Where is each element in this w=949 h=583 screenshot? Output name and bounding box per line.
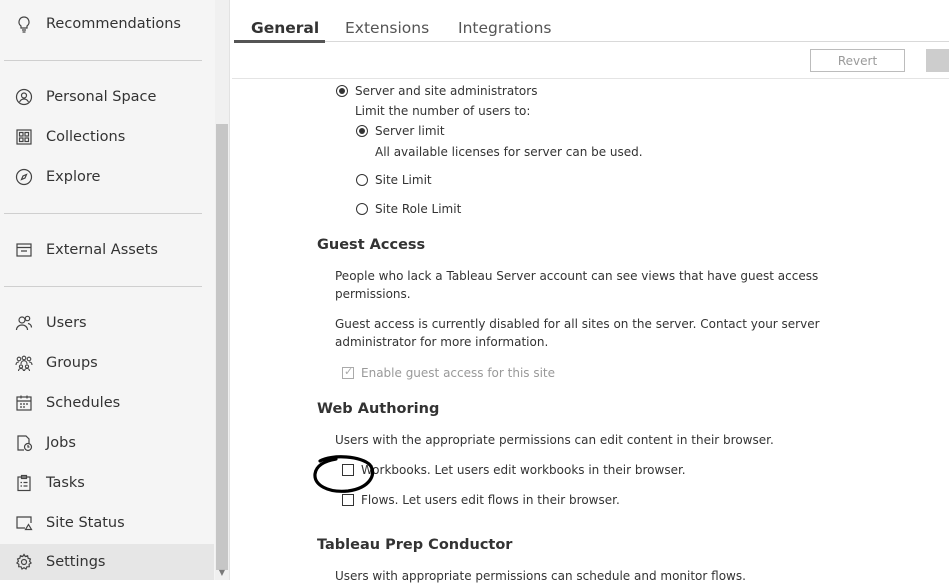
sidebar-item-label: External Assets <box>46 242 158 258</box>
server-limit-radio[interactable] <box>356 125 368 137</box>
sidebar-item-label: Personal Space <box>46 89 157 105</box>
collections-grid-icon <box>15 128 33 146</box>
revert-button[interactable]: Revert <box>810 49 905 72</box>
guest-access-description: People who lack a Tableau Server account… <box>335 269 819 283</box>
sidebar-item-label: Schedules <box>46 395 121 411</box>
tab-integrations[interactable]: Integrations <box>458 19 551 37</box>
sidebar-item-label: Users <box>46 315 87 331</box>
tab-extensions[interactable]: Extensions <box>345 19 429 37</box>
sidebar-item-label: Tasks <box>46 475 85 491</box>
enable-guest-access-label: Enable guest access for this site <box>361 366 556 380</box>
site-role-limit-label: Site Role Limit <box>375 202 462 216</box>
guest-access-note-cont: administrator for more information. <box>335 335 549 349</box>
sidebar-item-label: Recommendations <box>46 16 181 32</box>
sidebar-item-external-assets[interactable]: External Assets <box>0 232 214 268</box>
sidebar: Recommendations Personal Space Collectio… <box>0 0 230 580</box>
sidebar-item-label: Explore <box>46 169 101 185</box>
sidebar-item-tasks[interactable]: Tasks <box>0 465 214 501</box>
sidebar-item-jobs[interactable]: Jobs <box>0 425 214 461</box>
web-authoring-description: Users with the appropriate permissions c… <box>335 433 774 447</box>
calendar-icon <box>15 394 33 412</box>
sidebar-item-recommendations[interactable]: Recommendations <box>0 6 214 42</box>
lightbulb-icon <box>15 15 33 33</box>
sidebar-divider <box>4 286 202 287</box>
sidebar-item-groups[interactable]: Groups <box>0 345 214 381</box>
site-limit-radio[interactable] <box>356 174 368 186</box>
groups-icon <box>15 354 33 372</box>
sidebar-item-explore[interactable]: Explore <box>0 159 214 195</box>
gear-icon <box>15 553 33 571</box>
person-circle-icon <box>15 88 33 106</box>
limit-users-label: Limit the number of users to: <box>355 104 531 118</box>
server-limit-description: All available licenses for server can be… <box>375 145 643 159</box>
guest-access-note: Guest access is currently disabled for a… <box>335 317 820 331</box>
site-limit-label: Site Limit <box>375 173 432 187</box>
jobs-clock-icon <box>15 434 33 452</box>
compass-icon <box>15 168 33 186</box>
web-authoring-heading: Web Authoring <box>317 401 440 417</box>
flows-label: Flows. Let users edit flows in their bro… <box>361 493 620 507</box>
sidebar-item-schedules[interactable]: Schedules <box>0 385 214 421</box>
guest-access-description-cont: permissions. <box>335 287 411 301</box>
workbooks-label: Workbooks. Let users edit workbooks in t… <box>361 463 686 477</box>
prep-conductor-heading: Tableau Prep Conductor <box>317 537 513 553</box>
sidebar-item-label: Jobs <box>46 435 76 451</box>
sidebar-scrollbar-thumb[interactable] <box>216 124 228 570</box>
sidebar-item-collections[interactable]: Collections <box>0 119 214 155</box>
sidebar-divider <box>4 213 202 214</box>
sidebar-item-label: Collections <box>46 129 126 145</box>
sidebar-item-site-status[interactable]: Site Status <box>0 505 214 541</box>
guest-access-heading: Guest Access <box>317 237 426 253</box>
save-button[interactable] <box>926 49 949 72</box>
tab-bar-divider <box>325 41 949 42</box>
sidebar-item-users[interactable]: Users <box>0 305 214 341</box>
toolbar-divider <box>232 78 949 79</box>
enable-guest-access-checkbox <box>342 365 354 379</box>
site-role-limit-radio[interactable] <box>356 203 368 215</box>
prep-conductor-description: Users with appropriate permissions can s… <box>335 569 746 583</box>
clipboard-icon <box>15 474 33 492</box>
server-site-admins-radio[interactable] <box>336 85 348 97</box>
site-status-icon <box>15 514 33 532</box>
tab-general[interactable]: General <box>251 19 319 37</box>
sidebar-divider <box>4 60 202 61</box>
sidebar-item-label: Settings <box>46 554 106 570</box>
flows-checkbox[interactable] <box>342 494 354 506</box>
sidebar-item-label: Groups <box>46 355 98 371</box>
external-assets-icon <box>15 241 33 259</box>
sidebar-item-personal-space[interactable]: Personal Space <box>0 79 214 115</box>
server-site-admins-label: Server and site administrators <box>355 84 538 98</box>
server-limit-label: Server limit <box>375 124 445 138</box>
sidebar-item-settings[interactable]: Settings <box>0 544 214 580</box>
sidebar-item-label: Site Status <box>46 515 125 531</box>
scroll-down-arrow-icon[interactable]: ▼ <box>217 568 227 578</box>
active-tab-indicator <box>234 40 325 43</box>
users-icon <box>15 314 33 332</box>
workbooks-checkbox[interactable] <box>342 464 354 476</box>
